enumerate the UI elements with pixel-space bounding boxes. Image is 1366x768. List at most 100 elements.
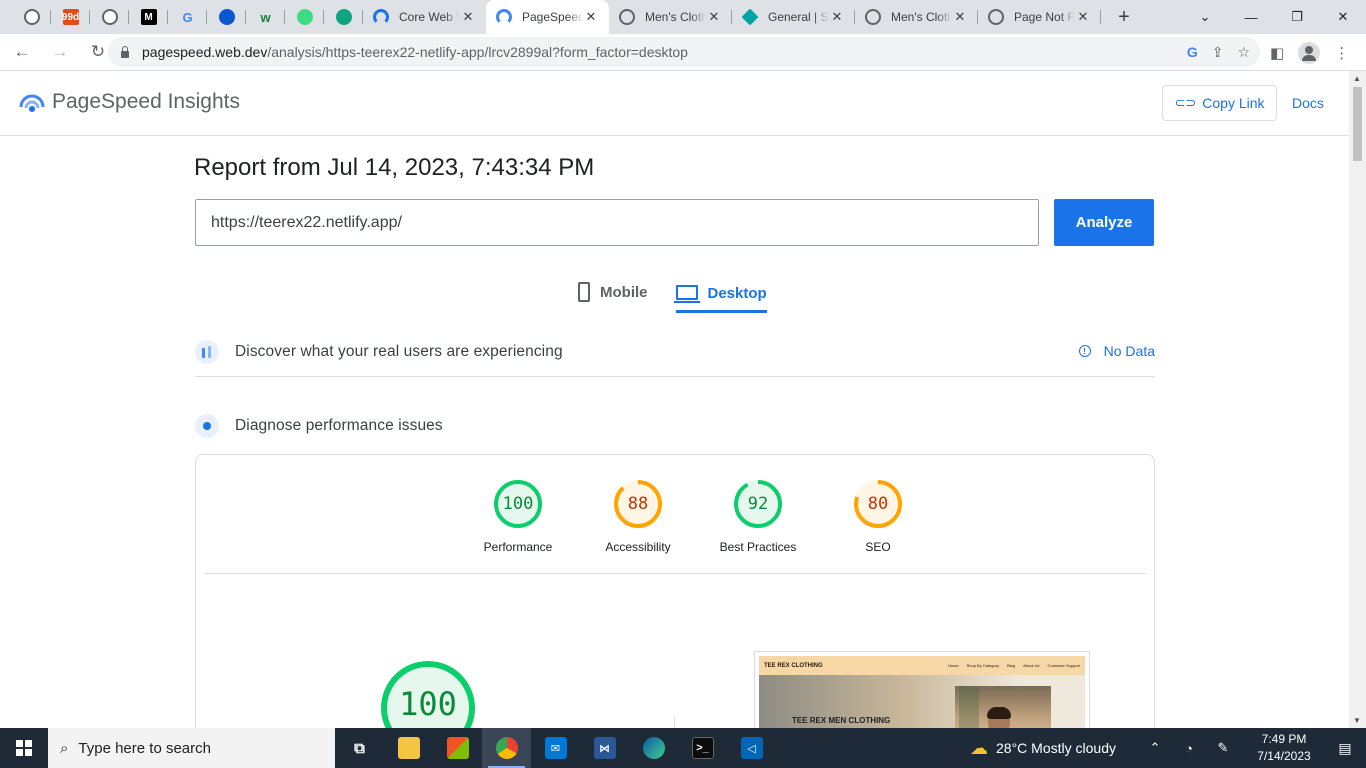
score-gauge[interactable]: 100 Performance	[458, 479, 578, 554]
close-tab-icon[interactable]: ✕	[829, 9, 845, 25]
pinned-tab[interactable]: 99d	[51, 0, 90, 34]
screenshot-link: Shop By Category	[966, 663, 1000, 668]
task-view-icon[interactable]: ⧉	[335, 728, 384, 768]
screenshot-hero-text: TEE REX MEN CLOTHING	[792, 716, 891, 725]
side-panel-icon[interactable]: ◧	[1270, 44, 1284, 62]
search-icon: ⌕	[60, 739, 69, 757]
bookmark-star-icon[interactable]: ☆	[1237, 44, 1250, 61]
minimize-icon[interactable]: —	[1228, 0, 1274, 34]
screenshot-links: Home Shop By Category Blog About Us Customer…	[948, 663, 1080, 668]
wifi-icon[interactable]: ◔	[1172, 741, 1206, 756]
screenshot-link: Blog	[1007, 663, 1016, 668]
scroll-up-icon[interactable]: ▲	[1353, 74, 1361, 83]
back-icon[interactable]: ←	[6, 36, 38, 68]
close-tab-icon[interactable]: ✕	[460, 9, 476, 25]
score-gauge[interactable]: 88 Accessibility	[578, 479, 698, 554]
browser-tab[interactable]: Men's Clothing✕	[609, 0, 732, 34]
url-text[interactable]: pagespeed.web.dev/analysis/https-teerex2…	[142, 44, 688, 60]
taskbar-search-placeholder: Type here to search	[78, 739, 211, 757]
weather-widget[interactable]: ☁ 28°C Mostly cloudy	[970, 738, 1116, 759]
microsoft-store-icon[interactable]	[433, 728, 482, 768]
final-screenshot-thumbnail: TEE REX CLOTHING Home Shop By Category Blo…	[754, 651, 1090, 728]
browser-tab[interactable]: PageSpeed Insights✕	[486, 0, 609, 34]
close-tab-icon[interactable]: ✕	[706, 9, 722, 25]
tab-desktop[interactable]: Desktop	[673, 274, 767, 313]
score-gauges: 100 Performance 88 Accessibility 92 Best Prac…	[458, 479, 938, 554]
pinned-tab[interactable]	[12, 0, 51, 34]
browser-tab[interactable]: Men's Clothing✕	[855, 0, 978, 34]
edge-icon[interactable]	[629, 728, 678, 768]
scroll-down-icon[interactable]: ▼	[1353, 716, 1361, 725]
close-tab-icon[interactable]: ✕	[952, 9, 968, 25]
menu-kebab-icon[interactable]: ⋮	[1334, 44, 1349, 62]
url-input[interactable]	[195, 199, 1039, 246]
taskbar-clock[interactable]: 7:49 PM 7/14/2023	[1244, 731, 1324, 765]
windows-logo-icon	[16, 740, 32, 756]
score-gauge[interactable]: 80 SEO	[818, 479, 938, 554]
pinned-tab[interactable]: G	[168, 0, 207, 34]
profile-avatar-icon[interactable]	[1298, 41, 1321, 64]
screenshot-link: About Us	[1023, 663, 1040, 668]
close-tab-icon[interactable]: ✕	[1075, 9, 1091, 25]
notifications-icon[interactable]: ▤	[1324, 740, 1366, 757]
google-icon: G	[182, 9, 193, 25]
network-tool-icon[interactable]: ⋈	[580, 728, 629, 768]
scrollbar-thumb[interactable]	[1353, 87, 1362, 161]
browser-tab[interactable]: Page Not Found✕	[978, 0, 1101, 34]
pinned-tab[interactable]	[324, 0, 363, 34]
lock-icon[interactable]	[120, 46, 130, 58]
pinned-tab[interactable]	[285, 0, 324, 34]
score-label: Performance	[483, 540, 553, 554]
score-value: 80	[867, 494, 889, 514]
page-scrollbar[interactable]: ▲ ▼	[1349, 71, 1366, 728]
no-data-indicator[interactable]: ! No Data	[1078, 343, 1155, 359]
close-window-icon[interactable]: ✕	[1320, 0, 1366, 34]
pinned-tab[interactable]: M	[129, 0, 168, 34]
close-tab-icon[interactable]: ✕	[583, 9, 599, 25]
diamond-icon	[741, 8, 759, 26]
screenshot-navbar: TEE REX CLOTHING Home Shop By Category Blo…	[759, 656, 1085, 675]
vertical-divider	[674, 717, 675, 728]
address-bar[interactable]: pagespeed.web.dev/analysis/https-teerex2…	[108, 37, 1260, 67]
restore-icon[interactable]: ❐	[1274, 0, 1320, 34]
score-gauge[interactable]: 92 Best Practices	[698, 479, 818, 554]
pinned-tab[interactable]: w	[246, 0, 285, 34]
browser-right-actions: ▯	[1348, 34, 1356, 71]
vscode-icon[interactable]: ◁	[727, 728, 776, 768]
divider	[204, 573, 1146, 574]
google-lens-icon[interactable]: G	[1187, 44, 1198, 60]
new-tab-button[interactable]: +	[1107, 0, 1141, 34]
forward-icon[interactable]: →	[44, 36, 76, 68]
tab-search-icon[interactable]: ⌄	[1182, 0, 1228, 34]
score-ring: 100	[493, 479, 543, 529]
terminal-icon[interactable]: >_	[678, 728, 727, 768]
chrome-icon[interactable]	[482, 728, 531, 768]
taskbar-search[interactable]: ⌕ Type here to search	[48, 728, 335, 768]
window-controls: ⌄ — ❐ ✕	[1182, 0, 1366, 34]
crux-users-icon	[195, 339, 219, 364]
copy-link-button[interactable]: ⊂⊃ Copy Link	[1162, 85, 1277, 121]
tab-mobile[interactable]: Mobile	[578, 274, 648, 310]
clock-time: 7:49 PM	[1261, 732, 1307, 746]
analyze-button[interactable]: Analyze	[1054, 199, 1154, 246]
browser-tab-label: Page Not Found	[1014, 10, 1075, 24]
browser-tab[interactable]: General | Slack✕	[732, 0, 855, 34]
start-button[interactable]	[0, 728, 48, 768]
tray-chevron-icon[interactable]: ⌃	[1138, 740, 1172, 756]
android-icon	[296, 9, 313, 25]
browser-tab[interactable]: Core Web Vitals✕	[363, 0, 486, 34]
score-value: 92	[747, 494, 769, 514]
file-explorer-icon[interactable]	[384, 728, 433, 768]
app-title: PageSpeed Insights	[52, 90, 240, 113]
windows-taskbar: ⌕ Type here to search ⧉ ✉ ⋈ >_ ◁ ☁ 28°C …	[0, 728, 1366, 768]
score-ring: 92	[733, 479, 783, 529]
share-icon[interactable]: ⇪	[1212, 44, 1224, 61]
docs-link[interactable]: Docs	[1292, 95, 1324, 111]
pinned-tab[interactable]	[90, 0, 129, 34]
mail-icon[interactable]: ✉	[531, 728, 580, 768]
pinned-tab[interactable]	[207, 0, 246, 34]
pen-icon[interactable]: ✎	[1206, 740, 1240, 756]
field-data-section[interactable]: Discover what your real users are experi…	[195, 327, 1155, 377]
cloudy-weather-icon: ☁	[970, 737, 989, 758]
score-ring: 80	[853, 479, 903, 529]
